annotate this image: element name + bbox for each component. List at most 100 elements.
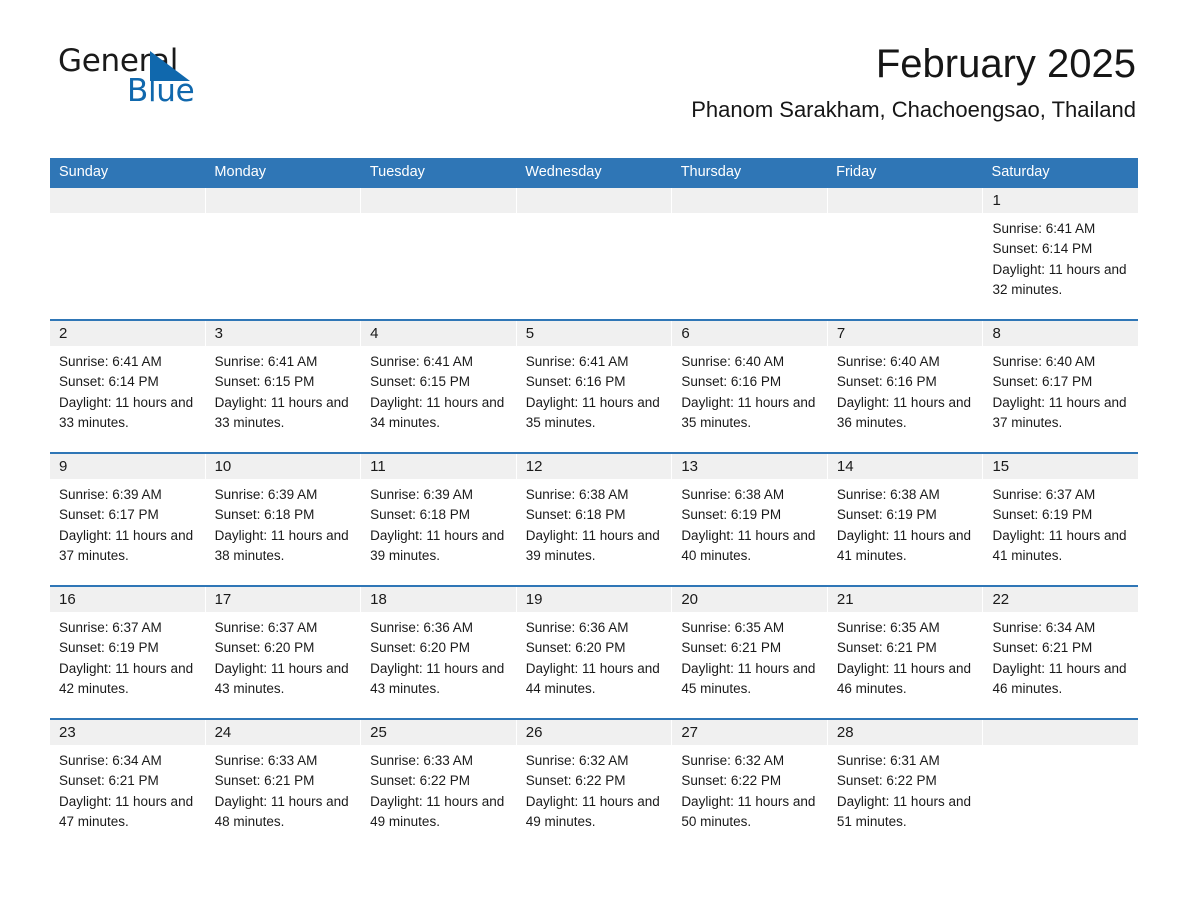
day-cell[interactable]: 20 Sunrise: 6:35 AM Sunset: 6:21 PM Dayl… bbox=[672, 587, 828, 718]
calendar-week-row: 2 Sunrise: 6:41 AM Sunset: 6:14 PM Dayli… bbox=[50, 319, 1139, 452]
day-info: Sunrise: 6:38 AM Sunset: 6:19 PM Dayligh… bbox=[828, 479, 983, 567]
day-cell[interactable]: 27 Sunrise: 6:32 AM Sunset: 6:22 PM Dayl… bbox=[672, 720, 828, 851]
sunset-text: Sunset: 6:21 PM bbox=[836, 640, 937, 656]
day-number: 27 bbox=[681, 724, 698, 741]
day-number: 18 bbox=[370, 591, 387, 608]
sunset-text: Sunset: 6:20 PM bbox=[370, 640, 470, 656]
weekday-header-saturday: Saturday bbox=[991, 164, 1050, 180]
day-cell[interactable]: 19 Sunrise: 6:36 AM Sunset: 6:20 PM Dayl… bbox=[516, 587, 673, 718]
sunset-text: Sunset: 6:19 PM bbox=[681, 507, 782, 523]
daylight-text: Daylight: 11 hours and 35 minutes. bbox=[681, 394, 816, 431]
daylight-text: Daylight: 11 hours and 49 minutes. bbox=[525, 793, 660, 830]
daylight-text: Daylight: 11 hours and 46 minutes. bbox=[836, 660, 971, 697]
daylight-text: Daylight: 11 hours and 43 minutes. bbox=[370, 660, 505, 697]
day-cell[interactable]: 16 Sunrise: 6:37 AM Sunset: 6:19 PM Dayl… bbox=[50, 587, 206, 718]
day-info: Sunrise: 6:39 AM Sunset: 6:18 PM Dayligh… bbox=[206, 479, 361, 567]
sunrise-text: Sunrise: 6:40 AM bbox=[836, 354, 940, 369]
day-number: 10 bbox=[214, 458, 232, 475]
day-number-band: 17 bbox=[205, 587, 361, 612]
sunrise-text: Sunrise: 6:41 AM bbox=[59, 354, 162, 369]
day-cell[interactable]: 5 Sunrise: 6:41 AM Sunset: 6:16 PM Dayli… bbox=[516, 321, 673, 452]
day-number: 2 bbox=[59, 325, 68, 342]
weekday-header-tuesday: Tuesday bbox=[369, 164, 425, 180]
day-info: Sunrise: 6:41 AM Sunset: 6:14 PM Dayligh… bbox=[983, 213, 1138, 301]
day-cell[interactable]: 28 Sunrise: 6:31 AM Sunset: 6:22 PM Dayl… bbox=[827, 720, 984, 851]
day-number-band: 27 bbox=[672, 720, 827, 745]
day-number-band: 1 bbox=[983, 188, 1139, 213]
day-number-band: 24 bbox=[205, 720, 361, 745]
day-cell[interactable] bbox=[205, 188, 362, 319]
day-cell[interactable] bbox=[50, 188, 206, 319]
day-cell[interactable]: 14 Sunrise: 6:38 AM Sunset: 6:19 PM Dayl… bbox=[827, 454, 984, 585]
day-cell[interactable]: 6 Sunrise: 6:40 AM Sunset: 6:16 PM Dayli… bbox=[672, 321, 828, 452]
day-number-band: 6 bbox=[672, 321, 827, 346]
daylight-text: Daylight: 11 hours and 51 minutes. bbox=[836, 793, 971, 830]
day-cell[interactable]: 15 Sunrise: 6:37 AM Sunset: 6:19 PM Dayl… bbox=[983, 454, 1139, 585]
sunset-text: Sunset: 6:18 PM bbox=[370, 507, 470, 523]
logo-text-blue: Blue bbox=[127, 73, 195, 109]
day-cell[interactable] bbox=[827, 188, 984, 319]
day-cell[interactable]: 22 Sunrise: 6:34 AM Sunset: 6:21 PM Dayl… bbox=[983, 587, 1139, 718]
day-cell[interactable]: 7 Sunrise: 6:40 AM Sunset: 6:16 PM Dayli… bbox=[827, 321, 984, 452]
day-number: 7 bbox=[836, 325, 846, 342]
sunrise-text: Sunrise: 6:33 AM bbox=[370, 753, 473, 768]
day-number-band: 11 bbox=[361, 454, 516, 479]
day-number: 23 bbox=[59, 724, 76, 741]
daylight-text: Daylight: 11 hours and 44 minutes. bbox=[525, 660, 660, 697]
day-number: 25 bbox=[370, 724, 387, 741]
daylight-text: Daylight: 11 hours and 50 minutes. bbox=[681, 793, 816, 830]
day-cell[interactable]: 11 Sunrise: 6:39 AM Sunset: 6:18 PM Dayl… bbox=[361, 454, 517, 585]
day-cell[interactable]: 23 Sunrise: 6:34 AM Sunset: 6:21 PM Dayl… bbox=[50, 720, 206, 851]
day-cell[interactable] bbox=[516, 188, 673, 319]
sunrise-text: Sunrise: 6:41 AM bbox=[214, 354, 318, 369]
day-number-band: 26 bbox=[516, 720, 672, 745]
daylight-text: Daylight: 11 hours and 40 minutes. bbox=[681, 527, 816, 564]
day-cell[interactable]: 3 Sunrise: 6:41 AM Sunset: 6:15 PM Dayli… bbox=[205, 321, 362, 452]
daylight-text: Daylight: 11 hours and 42 minutes. bbox=[59, 660, 194, 697]
day-cell[interactable] bbox=[983, 720, 1139, 851]
daylight-text: Daylight: 11 hours and 43 minutes. bbox=[214, 660, 349, 697]
day-cell[interactable]: 10 Sunrise: 6:39 AM Sunset: 6:18 PM Dayl… bbox=[205, 454, 362, 585]
day-number: 9 bbox=[59, 458, 68, 475]
day-cell[interactable]: 12 Sunrise: 6:38 AM Sunset: 6:18 PM Dayl… bbox=[516, 454, 673, 585]
day-number-band: 4 bbox=[361, 321, 516, 346]
page-subtitle: Phanom Sarakham, Chachoengsao, Thailand bbox=[691, 96, 1136, 122]
day-number: 19 bbox=[525, 591, 543, 608]
day-cell[interactable]: 8 Sunrise: 6:40 AM Sunset: 6:17 PM Dayli… bbox=[983, 321, 1139, 452]
sunrise-text: Sunrise: 6:31 AM bbox=[836, 753, 940, 768]
daylight-text: Daylight: 11 hours and 49 minutes. bbox=[370, 793, 505, 830]
day-cell[interactable]: 2 Sunrise: 6:41 AM Sunset: 6:14 PM Dayli… bbox=[50, 321, 206, 452]
daylight-text: Daylight: 11 hours and 45 minutes. bbox=[681, 660, 816, 697]
day-cell[interactable]: 18 Sunrise: 6:36 AM Sunset: 6:20 PM Dayl… bbox=[361, 587, 517, 718]
weekday-header-monday: Monday bbox=[214, 164, 267, 180]
day-cell[interactable] bbox=[672, 188, 828, 319]
day-cell[interactable]: 17 Sunrise: 6:37 AM Sunset: 6:20 PM Dayl… bbox=[205, 587, 362, 718]
day-cell[interactable]: 24 Sunrise: 6:33 AM Sunset: 6:21 PM Dayl… bbox=[205, 720, 362, 851]
day-cell[interactable]: 9 Sunrise: 6:39 AM Sunset: 6:17 PM Dayli… bbox=[50, 454, 206, 585]
sunrise-text: Sunrise: 6:40 AM bbox=[992, 354, 1096, 369]
daylight-text: Daylight: 11 hours and 35 minutes. bbox=[525, 394, 660, 431]
sunrise-text: Sunrise: 6:36 AM bbox=[525, 620, 629, 635]
day-cell[interactable]: 26 Sunrise: 6:32 AM Sunset: 6:22 PM Dayl… bbox=[516, 720, 673, 851]
sunrise-text: Sunrise: 6:38 AM bbox=[681, 487, 785, 502]
sunset-text: Sunset: 6:21 PM bbox=[59, 773, 159, 789]
day-info: Sunrise: 6:34 AM Sunset: 6:21 PM Dayligh… bbox=[983, 612, 1138, 700]
daylight-text: Daylight: 11 hours and 48 minutes. bbox=[214, 793, 349, 830]
day-number: 21 bbox=[836, 591, 854, 608]
day-info: Sunrise: 6:31 AM Sunset: 6:22 PM Dayligh… bbox=[828, 745, 983, 833]
day-info: Sunrise: 6:36 AM Sunset: 6:20 PM Dayligh… bbox=[517, 612, 672, 700]
day-cell[interactable] bbox=[361, 188, 517, 319]
day-number-band: 13 bbox=[672, 454, 827, 479]
day-cell[interactable]: 1 Sunrise: 6:41 AM Sunset: 6:14 PM Dayli… bbox=[983, 188, 1139, 319]
sunrise-text: Sunrise: 6:36 AM bbox=[370, 620, 473, 635]
day-cell[interactable]: 4 Sunrise: 6:41 AM Sunset: 6:15 PM Dayli… bbox=[361, 321, 517, 452]
weekday-header-thursday: Thursday bbox=[680, 164, 742, 180]
day-cell[interactable]: 25 Sunrise: 6:33 AM Sunset: 6:22 PM Dayl… bbox=[361, 720, 517, 851]
day-info: Sunrise: 6:36 AM Sunset: 6:20 PM Dayligh… bbox=[361, 612, 516, 700]
day-info: Sunrise: 6:33 AM Sunset: 6:22 PM Dayligh… bbox=[361, 745, 516, 833]
page-title: February 2025 bbox=[875, 42, 1136, 86]
sunset-text: Sunset: 6:19 PM bbox=[836, 507, 937, 523]
day-cell[interactable]: 21 Sunrise: 6:35 AM Sunset: 6:21 PM Dayl… bbox=[827, 587, 984, 718]
day-cell[interactable]: 13 Sunrise: 6:38 AM Sunset: 6:19 PM Dayl… bbox=[672, 454, 828, 585]
generalblue-logo[interactable]: General Blue bbox=[50, 44, 200, 110]
